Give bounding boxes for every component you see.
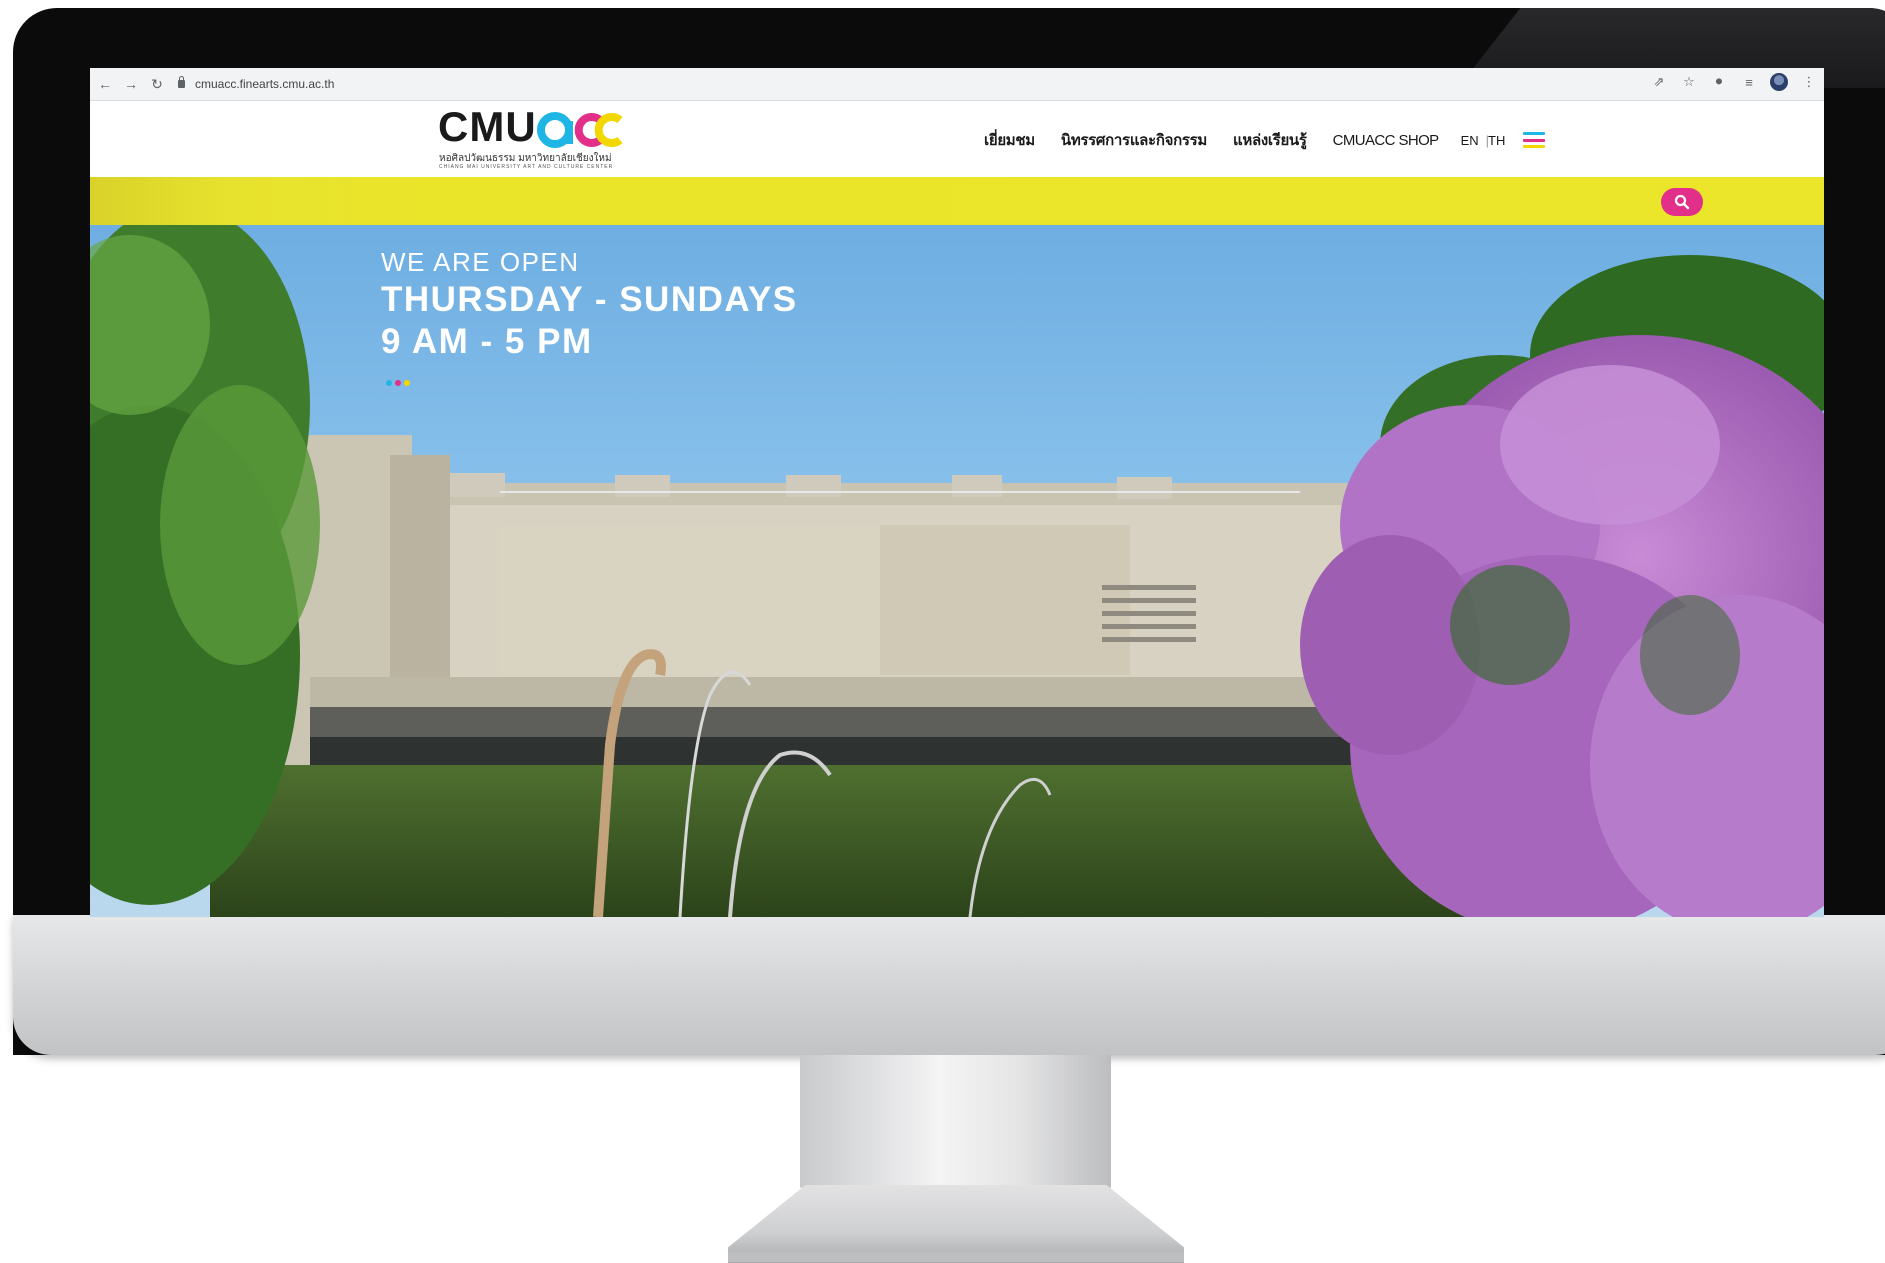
site-logo[interactable]: CMU หอศิลปวัฒนธรรม มหาวิทยาลัยเชียงใหม่ …	[438, 103, 638, 173]
menu-item-visit[interactable]: เยี่ยมชม	[984, 128, 1035, 152]
reload-icon[interactable]: ↻	[146, 73, 168, 95]
back-arrow-icon[interactable]: ←	[94, 73, 116, 95]
lang-th-link[interactable]: TH	[1488, 133, 1505, 148]
hero-line-days: THURSDAY - SUNDAYS	[381, 280, 798, 319]
slide-indicator	[386, 380, 410, 386]
extensions-icon[interactable]: ⚫	[1710, 74, 1728, 90]
lock-icon	[178, 76, 185, 88]
hamburger-menu-icon[interactable]	[1523, 132, 1546, 148]
monitor-stand-foot-edge	[728, 1252, 1184, 1262]
logo-acc-mark	[537, 112, 623, 148]
address-bar[interactable]: cmuacc.finearts.cmu.ac.th	[178, 73, 334, 95]
search-button[interactable]	[1661, 188, 1703, 216]
slide-dot-3[interactable]	[404, 380, 410, 386]
site-header: CMU หอศิลปวัฒนธรรม มหาวิทยาลัยเชียงใหม่ …	[90, 101, 1824, 177]
hero-banner: WE ARE OPEN THURSDAY - SUNDAYS 9 AM - 5 …	[90, 225, 1824, 917]
browser-toolbar: ← → ↻ cmuacc.finearts.cmu.ac.th ⇗ ☆ ⚫ ≡ …	[90, 68, 1824, 101]
monitor-screen: ← → ↻ cmuacc.finearts.cmu.ac.th ⇗ ☆ ⚫ ≡ …	[90, 68, 1824, 917]
main-menu: เยี่ยมชม นิทรรศการและกิจกรรม แหล่งเรียนร…	[984, 128, 1546, 152]
more-icon[interactable]: ⋮	[1800, 74, 1818, 90]
reading-list-icon[interactable]: ≡	[1740, 75, 1758, 90]
slide-dot-1[interactable]	[386, 380, 392, 386]
forward-arrow-icon[interactable]: →	[120, 73, 142, 95]
slide-dot-2[interactable]	[395, 380, 401, 386]
monitor-chin	[13, 915, 1885, 1055]
address-url: cmuacc.finearts.cmu.ac.th	[195, 77, 335, 91]
profile-icon[interactable]	[1770, 73, 1788, 91]
share-icon[interactable]: ⇗	[1650, 74, 1668, 90]
logo-wordmark: CMU	[438, 103, 537, 150]
logo-subtitle-en: CHIANG MAI UNIVERSITY ART AND CULTURE CE…	[439, 164, 614, 170]
search-icon	[1674, 194, 1690, 210]
hero-opening-hours: WE ARE OPEN THURSDAY - SUNDAYS 9 AM - 5 …	[381, 245, 798, 363]
hero-line-open: WE ARE OPEN	[381, 247, 580, 277]
menu-item-exhibitions[interactable]: นิทรรศการและกิจกรรม	[1061, 128, 1207, 152]
hero-line-time: 9 AM - 5 PM	[381, 322, 593, 361]
menu-item-learning[interactable]: แหล่งเรียนรู้	[1233, 128, 1307, 152]
lang-en-link[interactable]: EN	[1461, 133, 1479, 148]
star-icon[interactable]: ☆	[1680, 74, 1698, 90]
menu-item-shop[interactable]: CMUACC SHOP	[1333, 132, 1440, 149]
yellow-search-band	[90, 177, 1824, 225]
hero-photo	[90, 225, 1824, 917]
browser-actions: ⇗ ☆ ⚫ ≡ ⋮	[1650, 73, 1818, 91]
